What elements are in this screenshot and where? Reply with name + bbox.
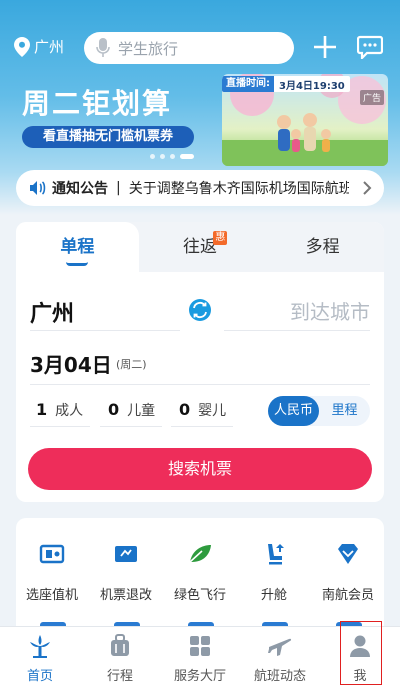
search-flights-button[interactable]: 搜索机票: [28, 448, 372, 490]
tab-round-trip[interactable]: 往返 惠: [139, 222, 262, 272]
service-ticket-change[interactable]: 机票退改: [90, 540, 162, 603]
departure-weekday: (周二): [116, 358, 147, 371]
flight-booking-card: 单程 往返 惠 多程 广州 到达城市 3月04日 (周二) 1 成人 0 儿童 …: [16, 222, 384, 502]
live-time-tag: 直播时间: 3月4日19:30: [222, 76, 350, 92]
tab-multi-city[interactable]: 多程: [261, 222, 384, 272]
home-logo-icon: [30, 635, 50, 658]
service-label: 绿色飞行: [173, 588, 226, 603]
service-label: 升舱: [260, 588, 287, 603]
divider: [224, 330, 370, 331]
divider: [100, 426, 162, 427]
banner-subtitle[interactable]: 看直播抽无门槛机票券: [22, 126, 194, 148]
tab-round-trip-label: 往返: [183, 237, 217, 257]
adult-count[interactable]: 1 成人: [36, 400, 83, 420]
tab-one-way[interactable]: 单程: [16, 222, 139, 272]
member-diamond-icon: [338, 544, 358, 564]
divider: [30, 384, 370, 385]
currency-miles-option[interactable]: 里程: [319, 396, 370, 426]
nav-home[interactable]: 首页: [0, 627, 80, 686]
infant-count[interactable]: 0 婴儿: [179, 400, 226, 420]
service-label: 选座值机: [25, 588, 78, 603]
nav-flight-status[interactable]: 航班动态: [240, 627, 320, 686]
green-leaf-icon: [189, 545, 211, 563]
tab-multi-city-label: 多程: [305, 237, 340, 257]
notice-separator: |: [116, 180, 121, 196]
nav-label: 服务大厅: [173, 669, 226, 684]
top-bar: 广州 学生旅行: [0, 30, 400, 66]
ticket-change-icon: [115, 546, 137, 562]
service-label: 南航会员: [321, 588, 374, 603]
live-time: 3月4日19:30: [279, 80, 345, 92]
nav-label: 行程: [106, 669, 133, 684]
infant-count-value: 0: [179, 400, 191, 419]
departure-date[interactable]: 3月04日: [30, 349, 112, 378]
live-label: 直播时间:: [222, 76, 274, 92]
discount-badge: 惠: [213, 231, 228, 245]
divider: [171, 426, 233, 427]
nav-service-hall[interactable]: 服务大厅: [160, 627, 240, 686]
location-text: 广州: [34, 38, 65, 56]
nav-label: 首页: [26, 669, 53, 684]
pagination-dot[interactable]: [160, 154, 165, 159]
chevron-right-icon: [363, 181, 372, 195]
departure-city[interactable]: 广州: [30, 296, 74, 328]
speaker-icon: [30, 181, 46, 195]
trip-type-tabs: 单程 往返 惠 多程: [16, 222, 384, 272]
child-count-value: 0: [108, 400, 120, 419]
grid-icon: [190, 636, 210, 656]
child-count[interactable]: 0 儿童: [108, 400, 155, 420]
tab-one-way-label: 单程: [60, 237, 95, 257]
notice-bar[interactable]: 通知公告 | 关于调整乌鲁木齐国际机场国际航班...: [16, 170, 384, 206]
service-seat-checkin[interactable]: 选座值机: [16, 540, 88, 603]
pagination-dot[interactable]: [170, 154, 175, 159]
luggage-icon: [111, 634, 129, 656]
payment-type-toggle: 人民币 里程: [268, 396, 370, 426]
banner-pagination: [150, 154, 194, 159]
upgrade-seat-icon: [268, 544, 284, 565]
service-upgrade[interactable]: 升舱: [238, 540, 310, 603]
infant-label: 婴儿: [198, 403, 227, 419]
active-tab-indicator: [66, 262, 89, 266]
nav-trips[interactable]: 行程: [80, 627, 160, 686]
service-label: 机票退改: [99, 588, 152, 603]
service-green-flight[interactable]: 绿色飞行: [164, 540, 236, 603]
service-membership[interactable]: 南航会员: [312, 540, 384, 603]
pagination-dot[interactable]: [150, 154, 155, 159]
notice-text: 关于调整乌鲁木齐国际机场国际航班...: [128, 181, 349, 197]
highlight-box: [340, 621, 382, 685]
pagination-dot-active[interactable]: [180, 154, 194, 159]
divider: [30, 330, 180, 331]
divider: [30, 426, 90, 427]
currency-cny-option[interactable]: 人民币: [268, 396, 319, 426]
notice-label: 通知公告: [52, 181, 108, 197]
airplane-icon: [268, 638, 292, 656]
banner-image[interactable]: 直播时间: 3月4日19:30 广告: [222, 74, 388, 166]
arrival-city-input[interactable]: 到达城市: [290, 296, 370, 325]
child-label: 儿童: [127, 403, 156, 419]
ad-label: 广告: [359, 90, 384, 105]
plus-icon[interactable]: [312, 34, 338, 60]
banner-title[interactable]: 周二钜划算: [22, 82, 172, 122]
location-selector[interactable]: 广州: [14, 36, 64, 57]
nav-label: 航班动态: [253, 669, 306, 684]
swap-cities-icon[interactable]: [188, 298, 212, 322]
location-pin-icon: [14, 36, 30, 57]
seat-checkin-icon: [39, 544, 65, 564]
adult-label: 成人: [55, 403, 84, 419]
search-placeholder: 学生旅行: [118, 39, 179, 58]
microphone-icon[interactable]: [96, 38, 110, 58]
search-input[interactable]: 学生旅行: [84, 32, 294, 64]
adult-count-value: 1: [36, 400, 48, 419]
message-icon[interactable]: [357, 35, 383, 59]
